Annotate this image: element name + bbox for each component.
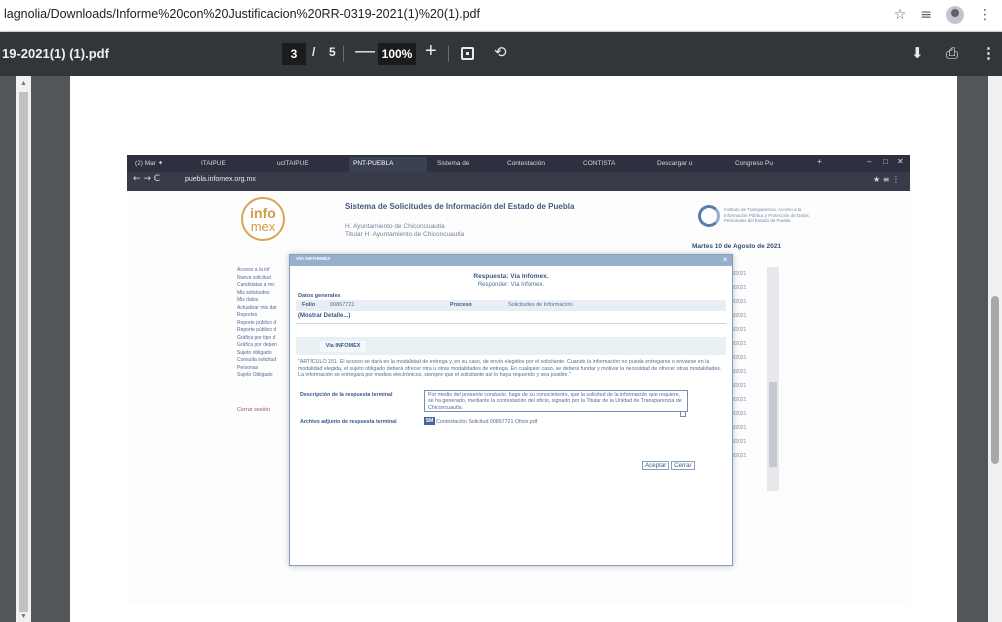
url-text[interactable]: lagnolia/Downloads/Informe%20con%20Justi… <box>4 7 480 21</box>
star-icon[interactable]: ☆ <box>894 7 907 23</box>
side-menu-item: Nueva solicitud <box>237 274 271 281</box>
descripcion-label: Descripción de la respuesta terminal <box>300 392 393 398</box>
side-menu-item: Gráfica por depen <box>237 342 278 348</box>
folio-value: 00867721 <box>330 302 355 308</box>
via-infomex-tab: Vía INFOMEX <box>320 341 366 352</box>
scan-tab: Congreso Pu <box>735 160 773 167</box>
descripcion-field: Por medio del presente conducto, hago de… <box>424 390 688 412</box>
scan-url: puebla.infomex.org.mx <box>185 176 256 183</box>
scan-side-menu: Acceso a la inf Nueva solicitud Candidat… <box>237 267 295 387</box>
side-menu-item: Reportes <box>237 312 258 318</box>
toolbar-divider <box>343 46 344 62</box>
scan-list-scrollbar <box>767 267 779 491</box>
zoom-in-button[interactable]: + <box>425 40 437 63</box>
scroll-down-icon[interactable]: ▼ <box>20 613 27 620</box>
scroll-up-icon[interactable]: ▲ <box>20 80 27 87</box>
logo-text-bottom: mex <box>250 219 276 234</box>
page-scrollbar[interactable] <box>988 76 1002 622</box>
scanned-screenshot: (2) Mar ✦ ITAIPUE ucITAIPUE PNT-PUEBLA S… <box>127 155 910 605</box>
pdf-file-name: 19-2021(1) (1).pdf <box>2 46 109 61</box>
browser-icons: ☆ ≡ ⋮ <box>894 6 992 24</box>
archivo-link: Contestación Solicitud 00867721 Oficio.p… <box>436 419 538 425</box>
rotate-icon[interactable]: ⟲ <box>494 43 507 61</box>
side-menu-item: Mis datos <box>237 297 259 303</box>
side-menu-item: Actualizar mis dat <box>237 304 277 311</box>
fit-page-icon[interactable] <box>461 47 474 60</box>
cerrar-sesion-link: Cerrar sesión <box>237 407 271 413</box>
scan-tab-active: PNT-PUEBLA <box>349 157 427 172</box>
side-menu-item: Reporte público d <box>237 319 277 326</box>
scan-tab: ucITAIPUE <box>277 160 309 167</box>
zoom-input[interactable]: 100% <box>378 43 416 65</box>
respuesta-title: Respuesta: Vía Infomex. <box>473 273 549 280</box>
proceso-value: Solicitudes de Información <box>508 302 573 308</box>
modal-buttons: Aceptar Cerrar <box>642 461 695 470</box>
scan-address-bar: ← → C puebla.infomex.org.mx ★ ≡ ⋮ <box>127 172 910 191</box>
scan-tab-strip: (2) Mar ✦ ITAIPUE ucITAIPUE PNT-PUEBLA S… <box>127 155 910 172</box>
system-title: Sistema de Solicitudes de Información de… <box>345 202 575 211</box>
close-icon: ✕ <box>897 157 904 166</box>
current-date: Martes 10 de Agosto de 2021 <box>692 243 781 250</box>
resize-handle <box>680 411 686 417</box>
titular-name: Titular H. Ayuntamiento de Chiconcuautla <box>345 231 465 238</box>
side-menu-item: Gráfica por tipo d <box>237 334 276 341</box>
side-menu-item: Personas <box>237 364 259 371</box>
print-icon[interactable]: ⎙ <box>946 44 958 62</box>
pdf-more-icon[interactable]: ⋮ <box>981 44 996 62</box>
itaipue-logo <box>698 205 720 227</box>
thumbnail-scrollbar[interactable]: ▲ ▼ <box>16 76 31 622</box>
datos-generales-label: Datos generales <box>298 293 341 299</box>
side-menu-item: Candidatas a rec <box>237 282 275 288</box>
more-icon[interactable]: ⋮ <box>978 7 992 23</box>
page-number-input[interactable]: 3 <box>282 43 306 65</box>
side-menu-item: Mis solicitudes <box>237 289 270 296</box>
folio-label: Folio <box>302 302 316 308</box>
file-icon: SM <box>424 417 435 425</box>
scan-tab: Descargar u <box>657 160 693 167</box>
scroll-thumb <box>769 382 777 467</box>
maximize-icon: □ <box>883 157 888 166</box>
page-separator: / <box>312 45 316 59</box>
ayuntamiento-name: H. Ayuntamiento de Chiconcuautla <box>345 223 445 230</box>
toolbar-divider <box>448 46 449 62</box>
side-menu-item: Acceso a la inf <box>237 267 270 273</box>
nav-icons: ← → C <box>133 174 161 184</box>
scan-tab: Sistema de <box>437 160 470 167</box>
scan-tab: CONTISTA <box>583 160 616 167</box>
infomex-logo: info mex <box>241 197 285 241</box>
scan-toolbar-icons: ★ ≡ ⋮ <box>873 175 900 184</box>
side-menu-item: Sujeto Obligado <box>237 372 273 378</box>
scroll-thumb[interactable] <box>991 296 999 464</box>
scan-tab: ITAIPUE <box>201 160 226 167</box>
articulo-text: "ARTÍCULO 151. El acceso se dará en la m… <box>298 359 722 379</box>
minimize-icon: – <box>867 157 872 166</box>
side-menu-item: Sujeto obligado <box>237 349 272 356</box>
close-icon: ✕ <box>722 257 728 264</box>
modal-header-title: VÍA INFORMEX <box>296 257 331 262</box>
browser-url-bar[interactable]: lagnolia/Downloads/Informe%20con%20Justi… <box>0 0 1002 32</box>
scan-tab: Contestación <box>507 160 545 167</box>
profile-icon[interactable] <box>946 6 964 24</box>
divider <box>296 323 726 324</box>
zoom-out-button[interactable]: — <box>355 40 375 63</box>
scan-tab: (2) Mar ✦ <box>135 160 164 167</box>
reading-list-icon[interactable]: ≡ <box>920 7 932 23</box>
download-icon[interactable]: ⬇ <box>911 44 924 62</box>
mostrar-detalle-link: (Mostrar Detalle...) <box>298 313 351 319</box>
aceptar-button: Aceptar <box>642 461 670 470</box>
side-menu-item: Consulta solicitud <box>237 357 277 363</box>
page-total: 5 <box>329 45 336 59</box>
pdf-toolbar: 19-2021(1) (1).pdf 3 / 5 — 100% + ⟲ ⬇ ⎙ … <box>0 32 1002 76</box>
responder-subtitle: Responder: Vía Infomex. <box>477 282 545 288</box>
archivo-label: Archivo adjunto de respuesta terminal <box>300 419 397 425</box>
scroll-thumb[interactable] <box>19 92 28 612</box>
side-menu-item: Reporte público d <box>237 327 277 333</box>
modal-header: VÍA INFORMEX ✕ <box>290 255 732 266</box>
cerrar-button: Cerrar <box>671 461 695 470</box>
proceso-label: Proceso <box>450 302 472 308</box>
itaipue-logo-text: Instituto de Transparencia, Acceso a la … <box>724 207 809 223</box>
respuesta-modal: VÍA INFORMEX ✕ Respuesta: Vía Infomex. R… <box>289 254 733 566</box>
new-tab-icon: + <box>817 157 822 166</box>
